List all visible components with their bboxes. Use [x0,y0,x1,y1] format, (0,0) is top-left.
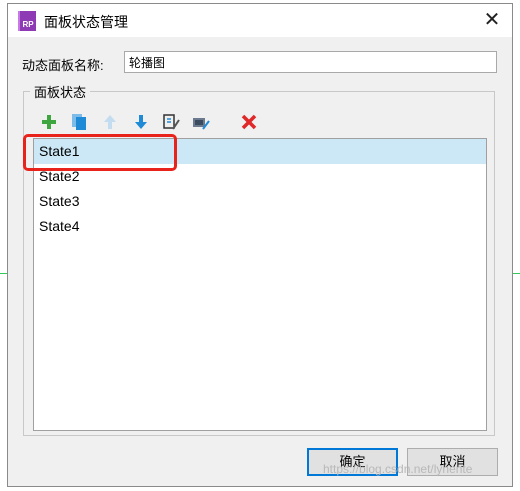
state-row-4[interactable]: State4 [34,214,486,239]
close-button[interactable]: ✕ [474,4,510,37]
highlight-annotation [23,134,177,171]
move-down-button[interactable] [131,112,151,132]
guide-line-right [513,273,520,274]
watermark: https://blog.csdn.net/lyhente [323,462,473,476]
guide-line-left [0,273,7,274]
panel-states-legend: 面板状态 [30,82,91,101]
delete-state-button[interactable] [239,112,259,132]
duplicate-icon [72,114,86,130]
axure-rp-icon: RP [18,11,36,31]
move-down-icon [135,115,147,129]
edit-all-states-icon [193,118,210,130]
state-list: State1 State2 State3 State4 [33,138,487,431]
edit-state-button[interactable] [161,112,181,132]
title-bar: RP 面板状态管理 ✕ [8,4,512,37]
panel-state-dialog: RP 面板状态管理 ✕ 动态面板名称: 面板状态 State1 State2 [7,3,513,487]
edit-all-states-button[interactable] [191,112,211,132]
add-icon [42,115,56,129]
window-title: 面板状态管理 [44,14,128,30]
panel-name-input[interactable] [124,51,497,73]
add-state-button[interactable] [39,112,59,132]
panel-name-label: 动态面板名称: [22,58,104,73]
state-row-3[interactable]: State3 [34,189,486,214]
move-up-button[interactable] [100,112,120,132]
move-up-icon [104,115,116,129]
edit-states-icon [163,114,180,130]
delete-icon [241,114,257,130]
duplicate-state-button[interactable] [69,112,89,132]
